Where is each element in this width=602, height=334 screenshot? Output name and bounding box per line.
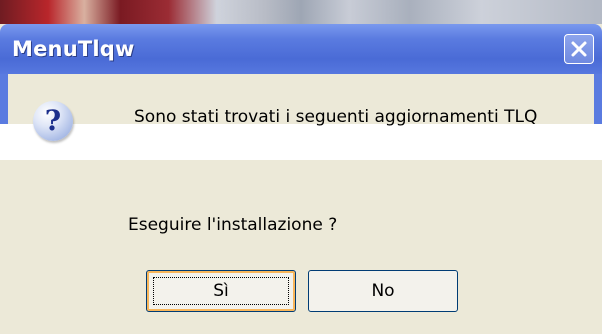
dialog-title: MenuTlqw [12, 37, 135, 61]
question-icon: ? [33, 101, 73, 141]
close-button[interactable] [564, 34, 594, 64]
focus-outline [153, 277, 289, 305]
dialog-window-bottom [0, 160, 602, 334]
yes-button[interactable]: Sì [146, 270, 296, 312]
no-button-label: No [371, 281, 395, 301]
no-button[interactable]: No [308, 270, 458, 312]
window-border-right [594, 74, 602, 124]
message-text-line2: Eseguire l'installazione ? [128, 215, 338, 235]
window-border-left [0, 74, 8, 124]
message-text-line1: Sono stati trovati i seguenti aggiorname… [134, 107, 538, 127]
question-mark-glyph: ? [44, 104, 62, 137]
close-icon [571, 41, 587, 57]
desktop-wallpaper [0, 0, 602, 24]
